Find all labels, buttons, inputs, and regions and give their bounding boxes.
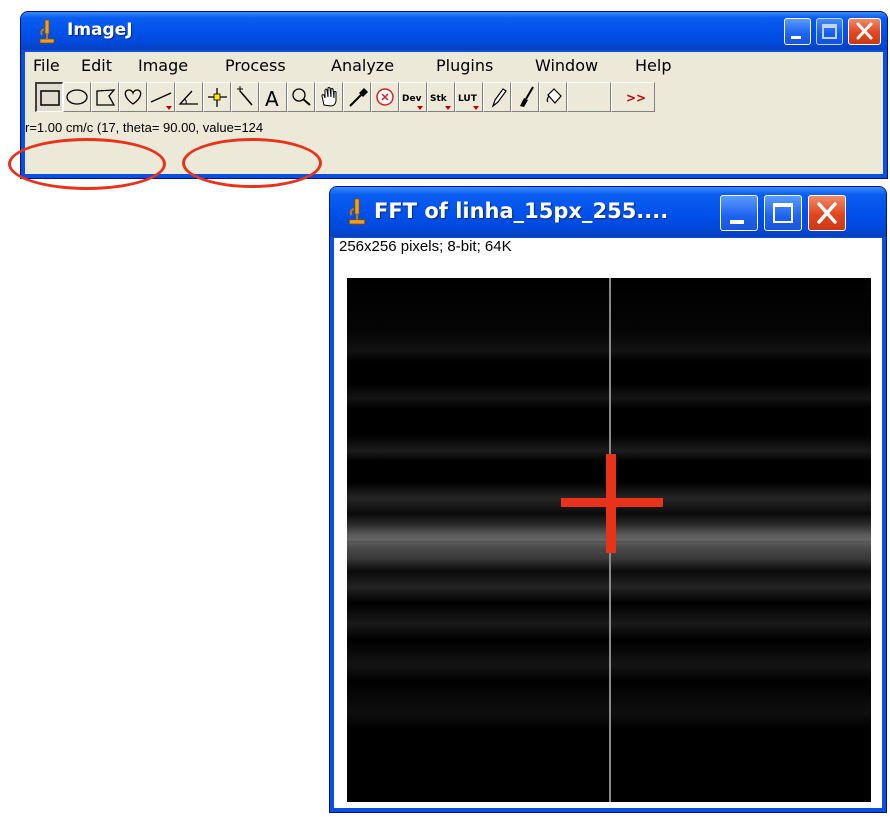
microscope-icon	[348, 198, 366, 225]
fft-window-title: FFT of linha_15px_255....	[374, 199, 669, 223]
wand-icon	[237, 86, 253, 106]
menu-help[interactable]: Help	[635, 56, 671, 75]
close-button[interactable]	[848, 18, 881, 45]
microscope-icon	[39, 19, 55, 44]
menu-image[interactable]: Image	[138, 56, 188, 75]
hand-icon	[321, 87, 337, 107]
wand-tool[interactable]	[231, 82, 259, 112]
menu-file[interactable]: File	[33, 56, 60, 75]
zoom-tool[interactable]	[287, 82, 315, 112]
minimize-icon	[791, 36, 801, 39]
annotation-circle-radius	[8, 138, 166, 190]
menu-edit[interactable]: Edit	[81, 56, 112, 75]
menu-bar: File Edit Image Process Analyze Plugins …	[25, 52, 883, 80]
freehand-tool[interactable]	[119, 82, 147, 112]
line-tool[interactable]	[147, 82, 175, 112]
more-tools-button[interactable]: >>	[611, 82, 655, 112]
menu-plugins[interactable]: Plugins	[436, 56, 493, 75]
rectangle-tool[interactable]	[35, 82, 63, 112]
text-icon: A	[265, 87, 279, 111]
status-bar: r=1.00 cm/c (17, theta= 90.00, value=124	[25, 114, 883, 143]
dev-icon: Dev	[402, 94, 423, 110]
heart-icon	[124, 89, 142, 105]
svg-text:Stk: Stk	[430, 94, 448, 104]
imagej-title: ImageJ	[67, 20, 133, 40]
svg-text:Dev: Dev	[402, 94, 422, 104]
point-tool[interactable]	[203, 82, 231, 112]
maximize-button[interactable]	[816, 18, 843, 45]
stop-tool[interactable]	[371, 82, 399, 112]
lut-menu-tool[interactable]: LUT	[455, 82, 483, 112]
close-icon	[856, 22, 873, 40]
svg-text:LUT: LUT	[458, 94, 478, 104]
pencil-tool[interactable]	[483, 82, 511, 112]
fft-window: FFT of linha_15px_255.... 256x256 pixels…	[329, 186, 887, 813]
oval-tool[interactable]	[63, 82, 91, 112]
flood-fill-tool[interactable]	[539, 82, 567, 112]
maximize-icon	[822, 24, 837, 39]
dropper-tool[interactable]	[343, 82, 371, 112]
empty-tool-slot	[567, 82, 611, 112]
eyedropper-icon	[349, 88, 368, 107]
svg-text:A: A	[265, 87, 279, 111]
menu-window[interactable]: Window	[535, 56, 598, 75]
bucket-icon	[546, 88, 562, 104]
maximize-icon	[773, 203, 793, 223]
text-tool[interactable]: A	[259, 82, 287, 112]
stk-menu-tool[interactable]: Stk	[427, 82, 455, 112]
stop-icon	[376, 88, 394, 106]
tool-bar: A Dev Stk LUT >>	[25, 80, 883, 114]
fft-image-canvas[interactable]	[347, 278, 871, 802]
status-text: r=1.00 cm/c (17, theta= 90.00, value=124	[25, 120, 264, 135]
polygon-tool[interactable]	[91, 82, 119, 112]
brush-tool[interactable]	[511, 82, 539, 112]
hand-tool[interactable]	[315, 82, 343, 112]
minimize-button[interactable]	[720, 195, 758, 231]
line-icon	[150, 92, 172, 110]
maximize-button[interactable]	[764, 195, 802, 231]
menu-analyze[interactable]: Analyze	[331, 56, 394, 75]
svg-text:>>: >>	[626, 91, 646, 105]
close-button[interactable]	[808, 195, 846, 231]
dev-menu-tool[interactable]: Dev	[399, 82, 427, 112]
crosshair-icon	[208, 88, 227, 107]
magnifier-icon	[292, 88, 311, 106]
more-icon: >>	[626, 91, 646, 105]
menu-process[interactable]: Process	[225, 56, 286, 75]
polygon-icon	[96, 89, 116, 106]
fft-client-area: 256x256 pixels; 8-bit; 64K	[334, 238, 882, 808]
minimize-button[interactable]	[784, 18, 811, 45]
oval-icon	[66, 89, 88, 105]
pencil-icon	[491, 88, 507, 108]
close-icon	[817, 202, 837, 224]
lut-icon: LUT	[458, 94, 479, 110]
angle-tool[interactable]	[175, 82, 203, 112]
brush-icon	[520, 86, 534, 107]
angle-icon	[178, 90, 198, 105]
fft-title-bar[interactable]: FFT of linha_15px_255....	[330, 187, 886, 237]
imagej-title-bar[interactable]: ImageJ	[21, 12, 887, 50]
rectangle-icon	[40, 90, 60, 106]
minimize-icon	[730, 220, 744, 224]
stack-icon: Stk	[430, 94, 451, 110]
image-info: 256x256 pixels; 8-bit; 64K	[339, 238, 512, 255]
annotation-circle-theta	[182, 138, 322, 188]
